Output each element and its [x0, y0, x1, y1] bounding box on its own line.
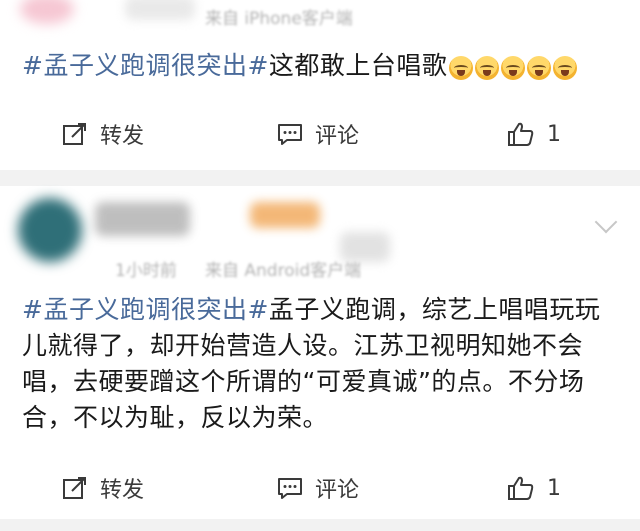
post-time: 1小时前: [115, 261, 177, 281]
scream-emoji-icon: [553, 56, 578, 80]
user-badge: [250, 202, 320, 228]
scream-emoji-icon: [449, 56, 474, 80]
like-count: 1: [547, 475, 561, 501]
like-count: 1: [547, 121, 561, 147]
post-1: 来自 iPhone客户端 #孟子义跑调很突出#这都敢上台唱歌 转发 评论 1: [0, 0, 640, 170]
repost-icon: [63, 477, 86, 499]
username[interactable]: [95, 202, 190, 236]
post-2-text: #孟子义跑调很突出#孟子义跑调，综艺上唱唱玩玩 儿就得了，却开始营造人设。江苏卫…: [22, 292, 622, 436]
post-body-line-1: 孟子义跑调，综艺上唱唱玩玩: [268, 295, 601, 324]
post-1-text: #孟子义跑调很突出#这都敢上台唱歌: [22, 48, 622, 85]
chevron-down-icon[interactable]: [594, 210, 618, 234]
scream-emoji-icon: [527, 56, 552, 80]
avatar[interactable]: [18, 198, 82, 262]
bottom-separator: [0, 519, 640, 531]
thumbs-up-icon: [508, 476, 534, 500]
post-line-1: #孟子义跑调很突出#孟子义跑调，综艺上唱唱玩玩: [22, 292, 622, 328]
repost-label: 转发: [100, 124, 145, 149]
emoji-group: [447, 49, 578, 85]
post-source: 来自 Android客户端: [205, 261, 362, 281]
scream-emoji-icon: [501, 56, 526, 80]
repost-label: 转发: [100, 478, 145, 503]
avatar[interactable]: [20, 0, 74, 24]
topic-link[interactable]: #孟子义跑调很突出#: [22, 51, 269, 80]
post-2: 1小时前 来自 Android客户端 #孟子义跑调很突出#孟子义跑调，综艺上唱唱…: [0, 186, 640, 531]
post-1-actions: 转发 评论 1: [0, 106, 640, 162]
repost-icon: [63, 123, 86, 145]
like-button[interactable]: 1: [507, 106, 561, 162]
thumbs-up-icon: [508, 122, 534, 146]
post-line-3: 唱，去硬要蹭这个所谓的“可爱真诚”的点。不分场: [22, 367, 585, 396]
comment-icon: [278, 124, 302, 145]
post-line-2: 儿就得了，却开始营造人设。江苏卫视明知她不会: [22, 331, 584, 360]
post-2-actions: 转发 评论 1: [0, 460, 640, 516]
topic-link[interactable]: #孟子义跑调很突出#: [22, 295, 269, 324]
comment-label: 评论: [315, 478, 360, 503]
username[interactable]: [125, 0, 195, 20]
post-1-header: 来自 iPhone客户端: [0, 0, 640, 40]
post-line-4: 合，不以为耻，反以为荣。: [22, 403, 329, 432]
comment-label: 评论: [315, 124, 360, 149]
post-separator: [0, 170, 640, 186]
comment-button[interactable]: 评论: [277, 106, 359, 162]
comment-button[interactable]: 评论: [277, 460, 359, 516]
scream-emoji-icon: [475, 56, 500, 80]
like-button[interactable]: 1: [507, 460, 561, 516]
comment-icon: [278, 478, 302, 499]
post-source: 来自 iPhone客户端: [205, 9, 353, 29]
post-2-header: 1小时前 来自 Android客户端: [0, 186, 640, 281]
repost-button[interactable]: 转发: [62, 460, 144, 516]
repost-button[interactable]: 转发: [62, 106, 144, 162]
post-body: 这都敢上台唱歌: [268, 51, 448, 80]
